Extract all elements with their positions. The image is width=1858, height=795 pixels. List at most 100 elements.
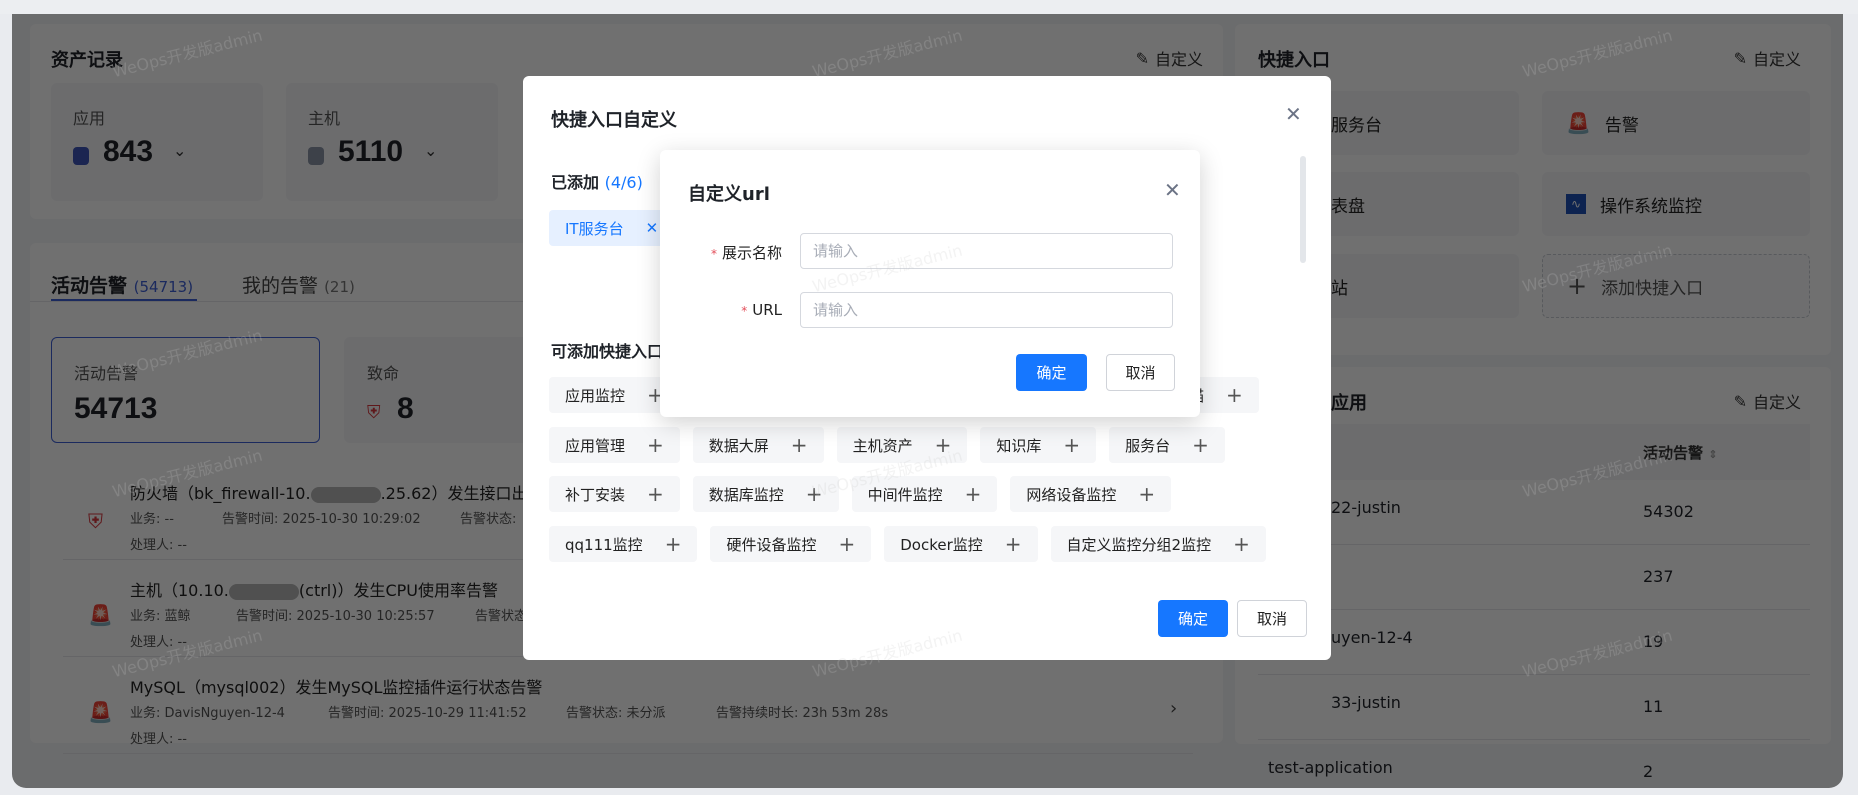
chevron-down-icon[interactable]: ⌄	[173, 141, 186, 160]
plus-icon[interactable]: +	[1005, 532, 1022, 556]
tag-label: 自定义监控分组2监控	[1066, 535, 1212, 554]
plus-icon[interactable]: +	[1192, 433, 1209, 457]
stat-card-host[interactable]: 主机 5110 ⌄	[286, 83, 498, 201]
stat-card-app[interactable]: 应用 843 ⌄	[51, 83, 263, 201]
alert-title[interactable]: MySQL（mysql002）发生MySQL监控插件运行状态告警	[130, 674, 542, 698]
tab-my-alerts[interactable]: 我的告警 (21)	[242, 271, 355, 298]
available-tag[interactable]: 服务台 +	[1109, 427, 1225, 463]
alert-handler: 处理人: --	[130, 635, 187, 650]
available-tag[interactable]: 数据库监控 +	[692, 476, 839, 512]
tag-label: 知识库	[996, 436, 1042, 455]
modal-title: 自定义url	[688, 184, 770, 205]
available-tag[interactable]: 自定义监控分组2监控 +	[1050, 526, 1266, 562]
tab-active-alerts[interactable]: 活动告警 (54713)	[51, 271, 193, 298]
quick-tile-os-monitor[interactable]: ∿ 操作系统监控	[1542, 172, 1810, 236]
close-icon[interactable]: ✕	[1285, 102, 1302, 126]
customize-label: 自定义	[1752, 50, 1801, 69]
alert-title[interactable]: 主机（10.10. (ctrl)）发生CPU使用率告警	[130, 577, 498, 601]
chevron-right-icon[interactable]: ›	[1170, 698, 1177, 719]
scrollbar[interactable]	[1300, 156, 1306, 263]
edit-icon: ✎	[1733, 391, 1747, 411]
customize-label: 自定义	[1154, 50, 1203, 69]
plus-icon[interactable]: +	[1138, 482, 1155, 506]
plus-icon[interactable]: +	[647, 482, 664, 506]
table-row[interactable]: 237	[1258, 545, 1810, 610]
tile-label: 操作系统监控	[1600, 196, 1702, 217]
stat-value: 5110	[338, 135, 404, 168]
quick-tile-alarm[interactable]: 🚨 告警	[1542, 91, 1810, 155]
tag-label: 数据大屏	[708, 436, 769, 455]
tag-label: 主机资产	[852, 436, 913, 455]
apps-table-body: 22-justin 54302 237 uyen-12-4 19 33-justin…	[1258, 480, 1810, 788]
edit-icon: ✎	[1135, 48, 1149, 68]
close-icon[interactable]: ✕	[1164, 178, 1181, 202]
plus-icon[interactable]: +	[647, 433, 664, 457]
available-tag[interactable]: 知识库 +	[980, 427, 1097, 463]
cancel-button[interactable]: 取消	[1106, 354, 1175, 391]
url-label: * URL	[741, 301, 782, 319]
sort-icon[interactable]: ⇕	[1708, 448, 1717, 461]
remove-icon[interactable]: ✕	[646, 219, 659, 237]
edit-icon: ✎	[1733, 48, 1747, 68]
available-tag[interactable]: 主机资产 +	[836, 427, 968, 463]
plus-icon[interactable]: +	[1226, 383, 1243, 407]
available-tag[interactable]: 补丁安装 +	[549, 476, 680, 512]
table-row[interactable]: uyen-12-4 19	[1258, 610, 1810, 675]
plus-icon[interactable]: +	[838, 532, 855, 556]
row-divider	[63, 753, 1193, 754]
alert-meta: 业务: 蓝鲸	[130, 609, 191, 624]
available-tag[interactable]: Docker监控 +	[884, 526, 1038, 562]
available-tag[interactable]: qq111监控 +	[549, 526, 698, 562]
quick-entry-title: 快捷入口	[1258, 50, 1330, 71]
available-tag[interactable]: 数据大屏 +	[692, 427, 824, 463]
alert-summary-active[interactable]: 活动告警 54713	[51, 337, 320, 443]
available-tag[interactable]: 网络设备监控 +	[1010, 476, 1172, 512]
assets-customize-button[interactable]: ✎ 自定义	[1136, 46, 1203, 70]
available-tag[interactable]: 硬件设备监控 +	[710, 526, 872, 562]
plus-icon[interactable]: +	[791, 433, 808, 457]
table-row[interactable]: 33-justin 11	[1258, 675, 1810, 740]
plus-icon: +	[1567, 272, 1588, 300]
cancel-button[interactable]: 取消	[1237, 600, 1307, 637]
tag-row: 应用管理 + 数据大屏 + 主机资产 + 知识库 + 服务台 +	[549, 427, 1225, 463]
col-active-alerts[interactable]: 活动告警 ⇕	[1643, 442, 1717, 463]
plus-icon[interactable]: +	[665, 532, 682, 556]
chevron-down-icon[interactable]: ⌄	[424, 141, 437, 160]
alarm-siren-icon: 🚨	[88, 603, 113, 627]
added-tag[interactable]: IT服务台 ✕	[549, 210, 675, 246]
confirm-button[interactable]: 确定	[1016, 354, 1087, 391]
fatal-shield-icon: ⛨	[88, 509, 103, 533]
available-tag[interactable]: 应用管理 +	[549, 427, 680, 463]
card-label: 致命	[367, 364, 400, 383]
quick-entry-customize-button[interactable]: ✎ 自定义	[1734, 46, 1801, 70]
plus-icon[interactable]: +	[1063, 433, 1080, 457]
url-input[interactable]	[800, 292, 1173, 328]
alert-item[interactable]: 🚨 MySQL（mysql002）发生MySQL监控插件运行状态告警 业务: D…	[30, 670, 1223, 767]
confirm-button[interactable]: 确定	[1158, 600, 1228, 637]
tag-row: 补丁安装 + 数据库监控 + 中间件监控 + 网络设备监控 +	[549, 476, 1172, 512]
modal-title: 快捷入口自定义	[551, 110, 677, 131]
stat-value: 843	[103, 135, 154, 168]
card-label: 活动告警	[74, 364, 139, 383]
tag-label: 应用监控	[565, 386, 626, 405]
plus-icon[interactable]: +	[1233, 532, 1250, 556]
add-quick-entry-button[interactable]: + 添加快捷入口	[1542, 254, 1810, 318]
tab-label: 我的告警	[242, 275, 319, 297]
display-name-input[interactable]	[800, 233, 1173, 269]
card-value: 8	[397, 392, 414, 425]
assets-title: 资产记录	[51, 50, 123, 71]
available-tag[interactable]: 中间件监控 +	[851, 476, 998, 512]
plus-icon[interactable]: +	[806, 482, 823, 506]
tag-label: 网络设备监控	[1026, 485, 1117, 504]
alert-status: 告警状态:	[460, 512, 517, 527]
required-marker: *	[741, 304, 748, 318]
plus-icon[interactable]: +	[965, 482, 982, 506]
redaction-blur	[228, 583, 299, 600]
tab-count: (54713)	[133, 278, 194, 296]
table-row[interactable]: 22-justin 54302	[1258, 480, 1810, 545]
browser-top-strip	[0, 0, 1858, 14]
tag-label: 应用管理	[565, 436, 626, 455]
plus-icon[interactable]: +	[935, 433, 952, 457]
apps-customize-button[interactable]: ✎ 自定义	[1734, 389, 1801, 413]
table-row[interactable]: test-application 2	[1258, 740, 1810, 788]
